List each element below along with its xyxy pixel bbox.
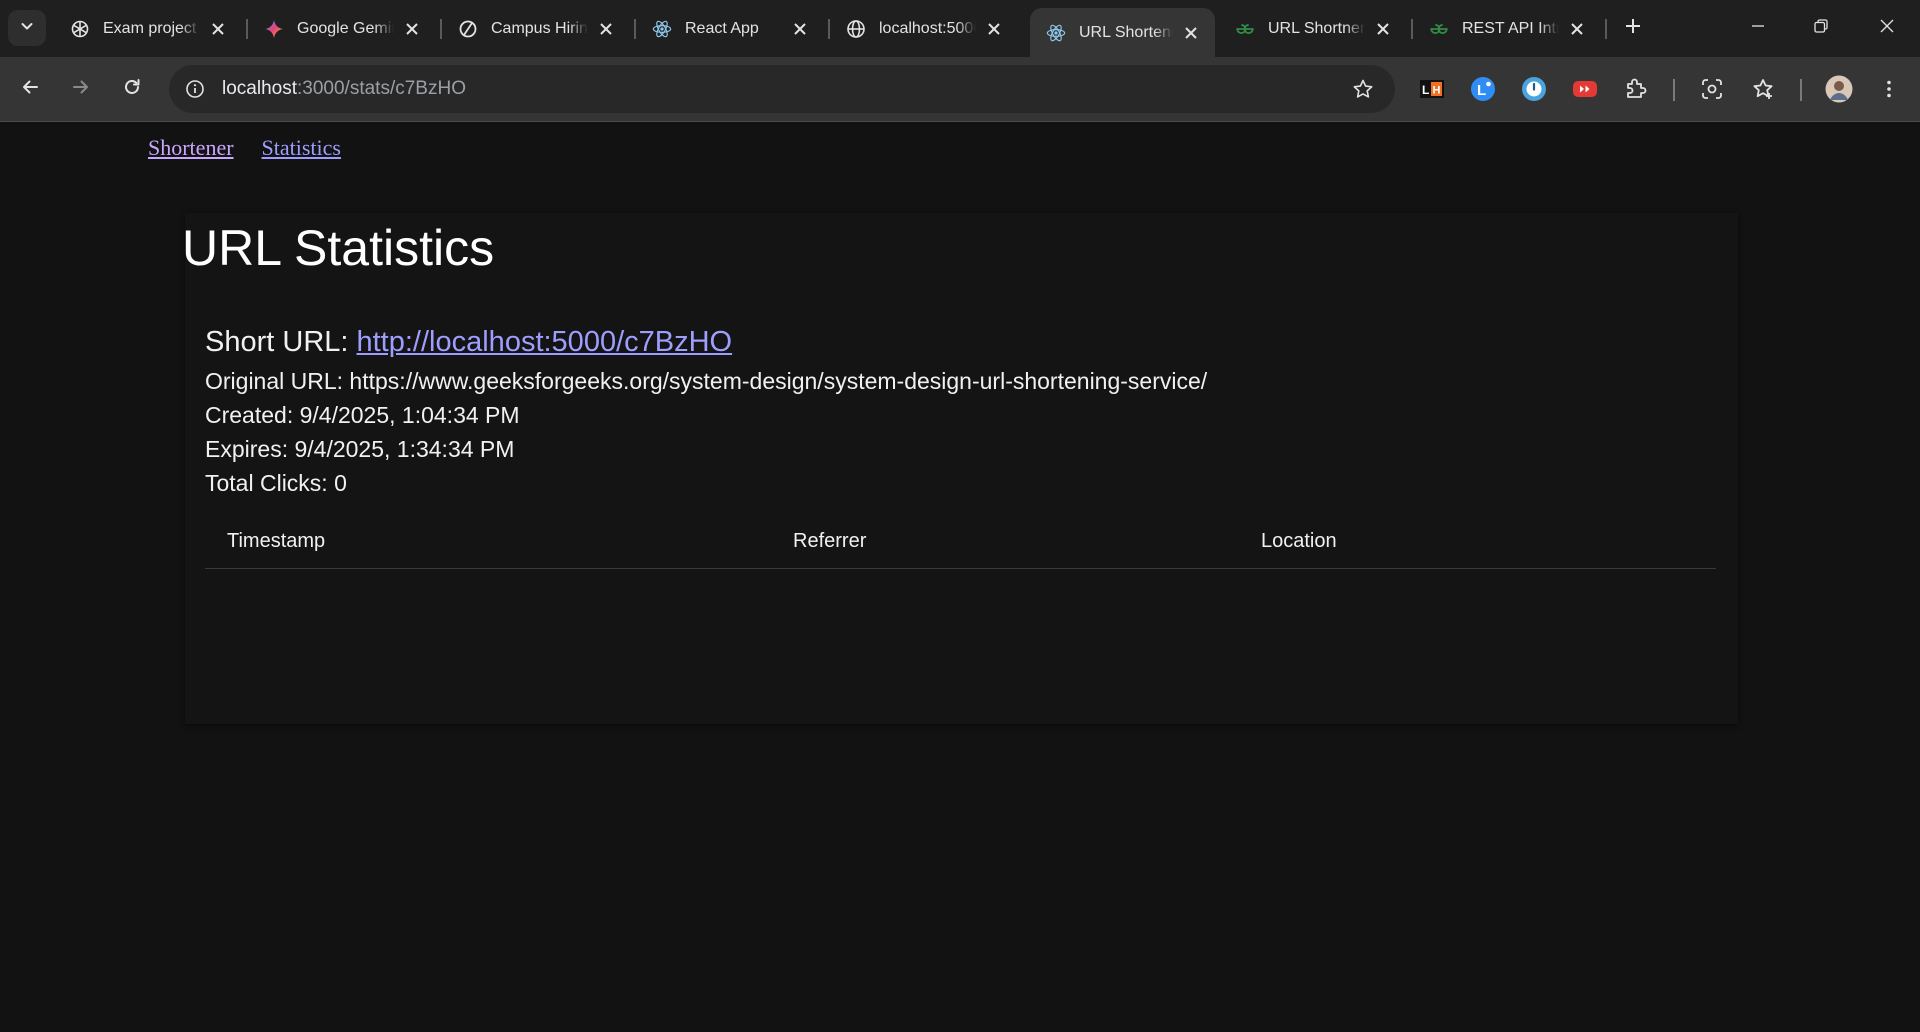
tab-google-gemini[interactable]: Google Gemini [248,8,436,49]
tab-title: Google Gemini [297,19,394,37]
column-header-timestamp: Timestamp [205,516,771,569]
column-header-referrer: Referrer [771,516,1239,569]
minimize-icon [1750,18,1766,39]
app-nav: Shortener Statistics [148,135,341,161]
restore-icon [1813,18,1829,39]
tab-search-button[interactable] [8,10,46,46]
tab-strip: Exam project Google Gemini Campus Hiring… [0,0,1920,57]
extensions-puzzle-icon[interactable] [1622,75,1650,103]
minimize-button[interactable] [1727,0,1789,56]
close-icon[interactable] [984,19,1004,39]
page-viewport: Shortener Statistics URL Statistics Shor… [0,123,1920,1032]
nav-link-statistics[interactable]: Statistics [262,135,341,161]
tab-rest-api-intro[interactable]: REST API Intro [1413,8,1601,49]
gfg-icon [1235,19,1255,39]
original-url: Original URL: https://www.geeksforgeeks.… [205,368,1208,394]
close-icon[interactable] [1567,19,1587,39]
restore-button[interactable] [1790,0,1852,56]
close-icon[interactable] [1373,19,1393,39]
close-icon[interactable] [790,19,810,39]
tab-title: Campus Hiring [491,19,588,37]
close-icon[interactable] [208,19,228,39]
close-icon[interactable] [1181,23,1201,43]
globe-icon [846,19,866,39]
tab-title: REST API Intro [1462,19,1559,37]
bookmark-star-icon[interactable] [1351,77,1375,101]
lh-extension-icon[interactable]: LH [1418,75,1446,103]
browser-toolbar: localhost:3000/stats/c7BzHO LH L [0,57,1920,122]
openai-icon [70,19,90,39]
chevron-down-icon [19,18,35,39]
tab-title: URL Shortener [1079,23,1173,41]
arrow-left-icon [20,77,40,102]
address-bar[interactable]: localhost:3000/stats/c7BzHO [169,65,1395,113]
short-url-row: Short URL: http://localhost:5000/c7BzHO [205,320,1705,364]
close-icon [1879,18,1895,39]
toolbar-separator [1800,79,1802,101]
tab-url-shortner[interactable]: URL Shortner [1219,8,1407,49]
close-icon[interactable] [596,19,616,39]
toolbar-separator [1673,79,1675,101]
short-url-label: Short URL: [205,326,357,358]
nav-link-shortener[interactable]: Shortener [148,135,234,161]
close-window-button[interactable] [1856,0,1918,56]
new-tab-button[interactable] [1619,14,1647,42]
url-info: Short URL: http://localhost:5000/c7BzHO … [205,320,1705,500]
total-clicks: Total Clicks: 0 [205,470,347,496]
react-icon [1046,23,1066,43]
tab-exam-project[interactable]: Exam project [54,8,242,49]
created-date: Created: 9/4/2025, 1:04:34 PM [205,402,520,428]
react-icon [652,19,672,39]
tab-title: Exam project [103,19,197,37]
tab-title: URL Shortner [1268,19,1365,37]
svg-text:H: H [1433,85,1441,97]
expires-date: Expires: 9/4/2025, 1:34:34 PM [205,436,515,462]
gemini-icon [264,19,284,39]
back-button[interactable] [12,71,48,107]
forward-button[interactable] [63,71,99,107]
tab-title: React App [685,19,759,37]
tab-react-app[interactable]: React App [636,8,824,49]
tab-localhost-5000[interactable]: localhost:5000 [830,8,1018,49]
page-title: URL Statistics [182,220,495,276]
youtube-extension-icon[interactable] [1571,75,1599,103]
address-path: :3000/stats/c7BzHO [297,78,466,99]
column-header-location: Location [1239,516,1716,569]
reload-icon [122,77,142,102]
arrow-right-icon [71,77,91,102]
favorites-icon[interactable] [1749,75,1777,103]
address-host: localhost [222,78,297,99]
leetcode-helper-icon[interactable]: L [1469,75,1497,103]
svg-text:L: L [1422,83,1429,97]
address-url[interactable]: localhost:3000/stats/c7BzHO [222,78,466,100]
svg-text:L: L [1477,82,1486,99]
tab-title: localhost:5000 [879,19,976,37]
table-header-row: Timestamp Referrer Location [205,516,1716,569]
close-icon[interactable] [402,19,422,39]
site-info-icon[interactable] [183,77,207,101]
tab-url-shortener-active[interactable]: URL Shortener [1030,8,1215,57]
gfg-icon [1429,19,1449,39]
timer-extension-icon[interactable] [1520,75,1548,103]
avatar[interactable] [1825,75,1853,103]
tab-campus-hiring[interactable]: Campus Hiring [442,8,630,49]
plus-icon [1624,17,1642,40]
tab-separator [1605,19,1607,39]
reload-button[interactable] [114,71,150,107]
menu-kebab-icon[interactable] [1875,75,1903,103]
campus-icon [458,19,478,39]
short-url-link[interactable]: http://localhost:5000/c7BzHO [357,326,733,358]
screenshot-icon[interactable] [1698,75,1726,103]
clicks-table: Timestamp Referrer Location [205,516,1716,569]
